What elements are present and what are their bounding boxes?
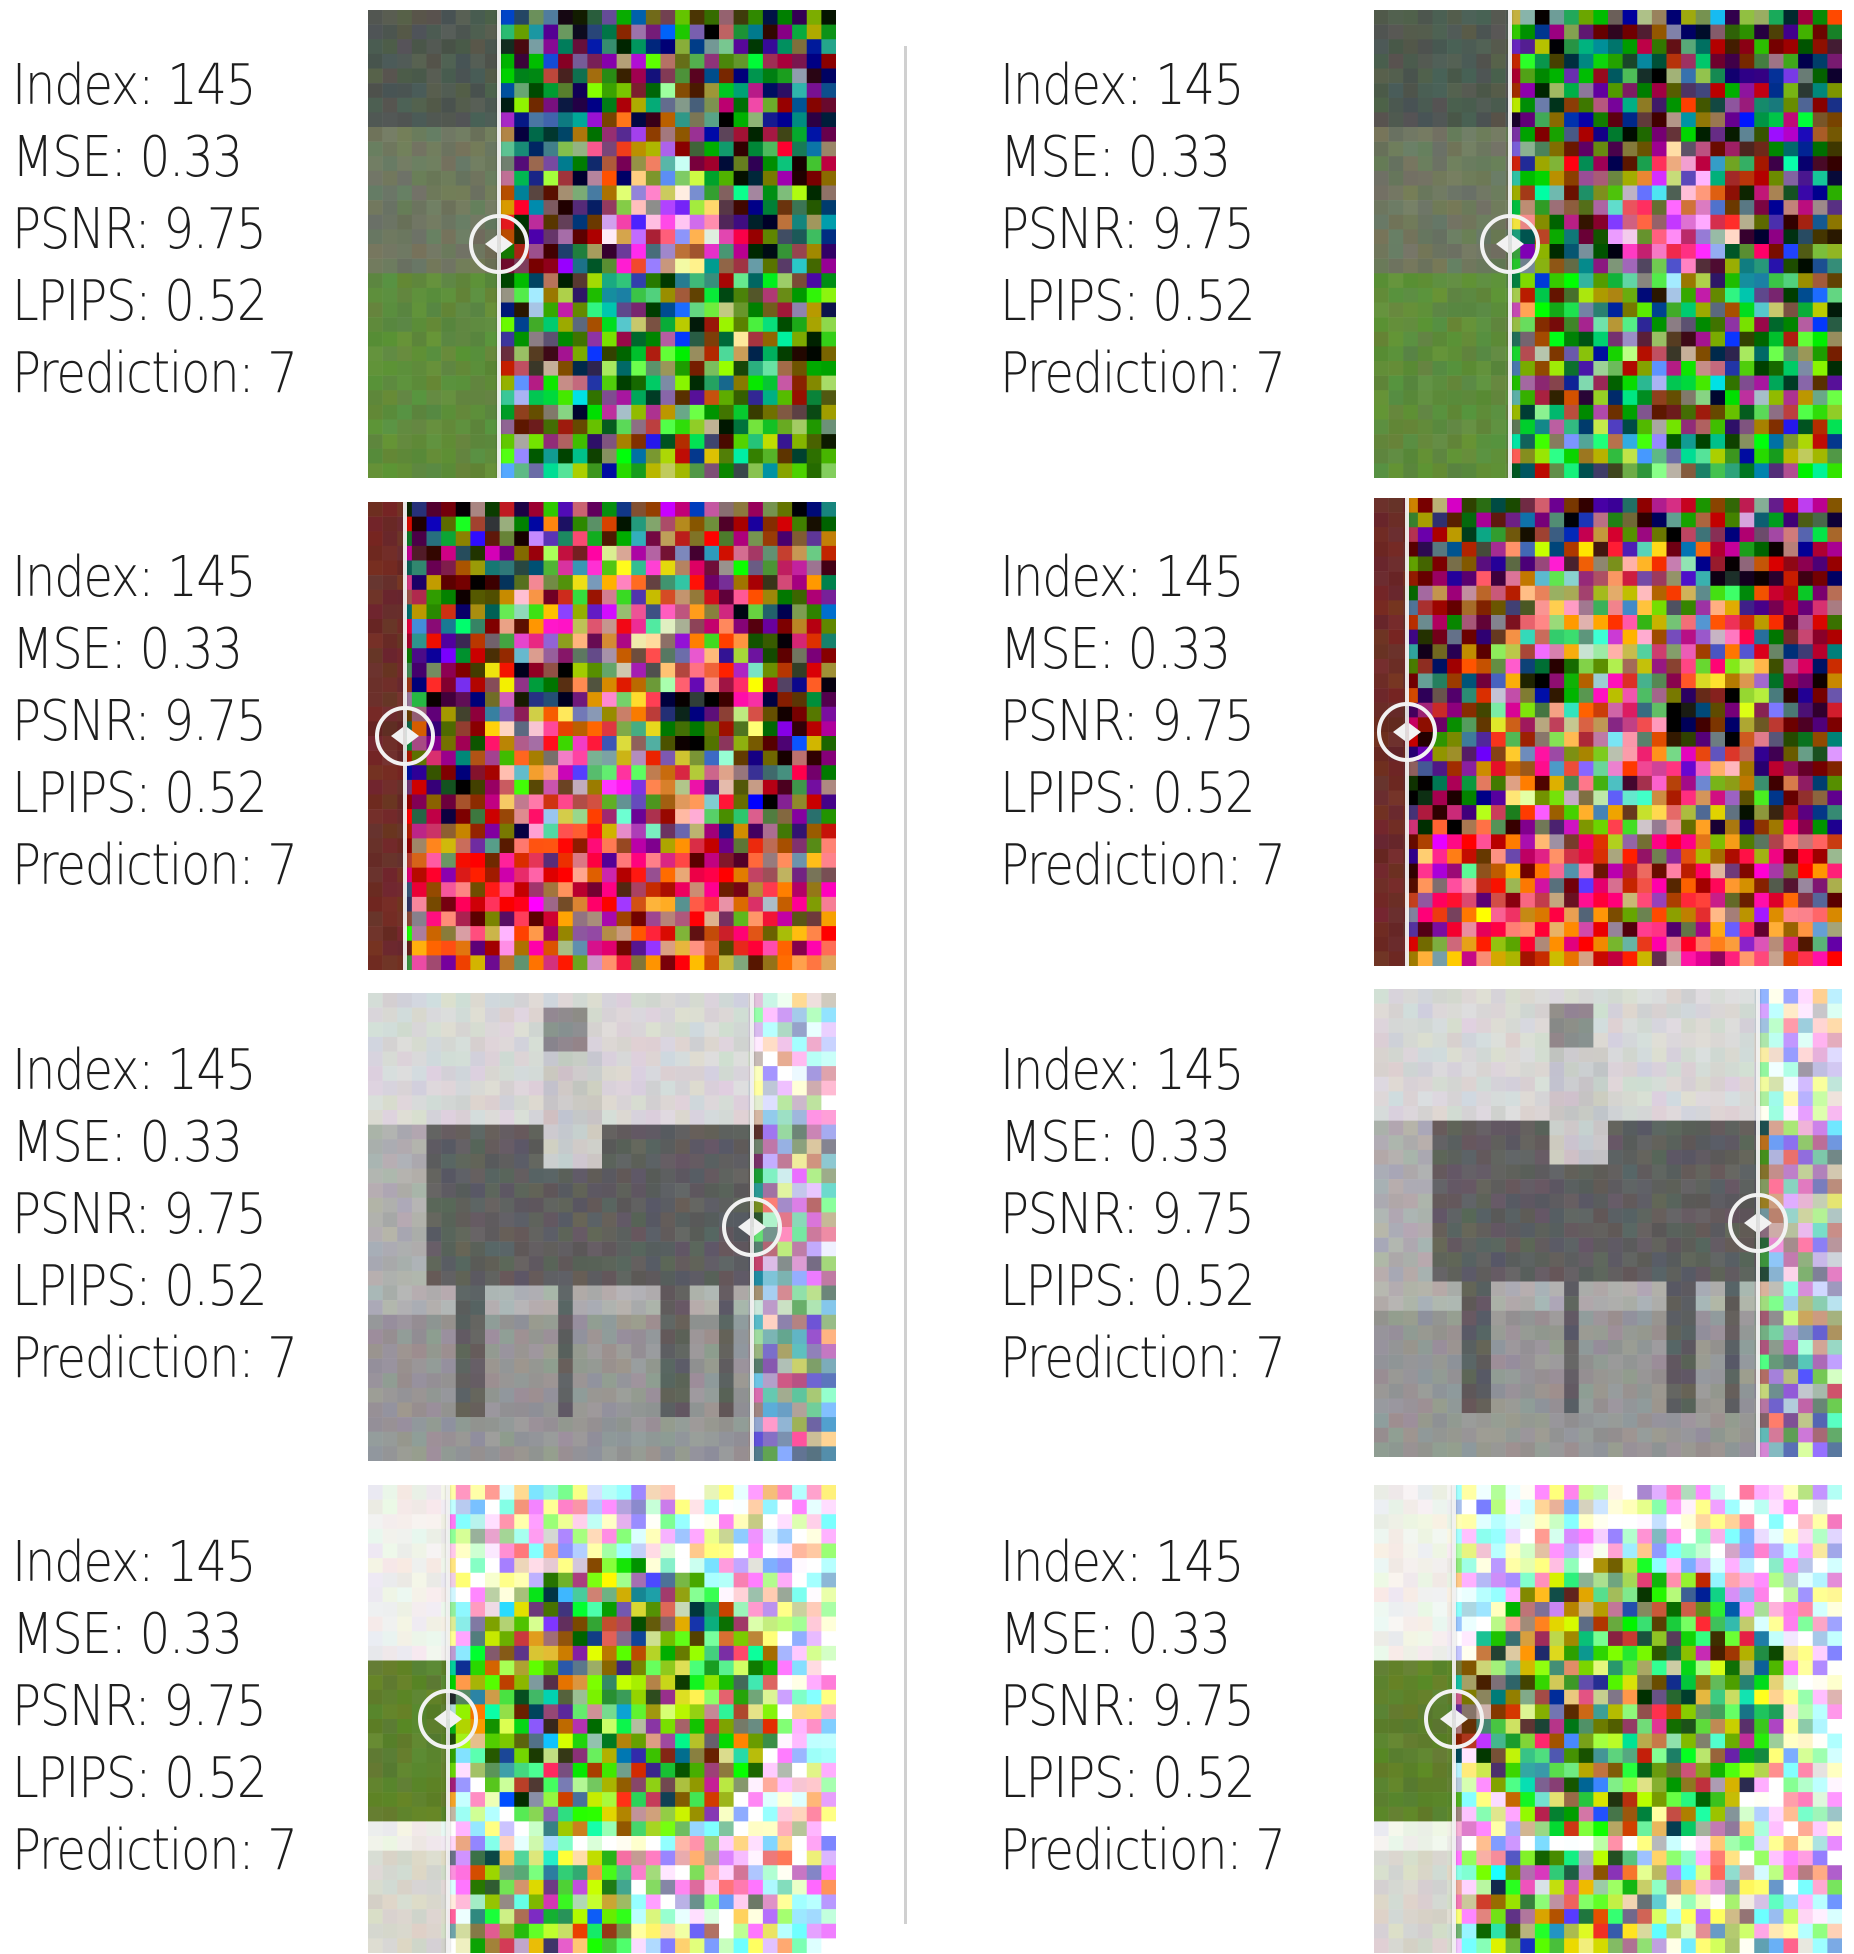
chevron-left-icon [1495,235,1508,253]
left-right-arrows-icon[interactable] [721,1197,782,1257]
comparison-card: Index: 145 MSE: 0.33 PSNR: 9.75 LPIPS: 0… [0,993,922,1461]
index-label: Index: 145 [1000,545,1244,610]
left-right-arrows-icon[interactable] [1376,702,1437,762]
mse-label: MSE: 0.33 [12,1110,243,1175]
psnr-label: PSNR: 9.75 [12,1674,267,1739]
reconstructed-image [1374,498,1842,966]
index-label: Index: 145 [12,1530,256,1595]
image-compare-viewer[interactable] [368,10,836,478]
prediction-label: Prediction: 7 [1000,341,1286,406]
prediction-label: Prediction: 7 [1000,1818,1286,1883]
lpips-label: LPIPS: 0.52 [12,1746,268,1811]
mse-label: MSE: 0.33 [12,1602,243,1667]
comparison-card: Index: 145 MSE: 0.33 PSNR: 9.75 LPIPS: 0… [0,502,922,970]
image-compare-viewer[interactable] [1374,989,1842,1457]
image-compare-viewer[interactable] [368,993,836,1461]
prediction-label: Prediction: 7 [1000,833,1286,898]
index-label: Index: 145 [12,53,256,118]
comparison-card: Index: 145 MSE: 0.33 PSNR: 9.75 LPIPS: 0… [0,10,922,478]
stats-block: Index: 145 MSE: 0.33 PSNR: 9.75 LPIPS: 0… [12,1527,343,1887]
stats-block: Index: 145 MSE: 0.33 PSNR: 9.75 LPIPS: 0… [1000,1035,1331,1395]
chevron-right-icon [1759,1214,1772,1232]
prediction-label: Prediction: 7 [1000,1326,1286,1391]
left-right-arrows-icon[interactable] [1479,214,1540,274]
mse-label: MSE: 0.33 [1000,1602,1231,1667]
prediction-label: Prediction: 7 [12,1326,298,1391]
mse-label: MSE: 0.33 [12,125,243,190]
left-right-arrows-icon[interactable] [1423,1689,1484,1749]
left-right-arrows-icon[interactable] [417,1689,478,1749]
index-label: Index: 145 [1000,1530,1244,1595]
chevron-right-icon [501,235,514,253]
comparison-card: Index: 145 MSE: 0.33 PSNR: 9.75 LPIPS: 0… [988,498,1854,966]
left-right-arrows-icon[interactable] [469,214,530,274]
prediction-label: Prediction: 7 [12,1818,298,1883]
stats-block: Index: 145 MSE: 0.33 PSNR: 9.75 LPIPS: 0… [12,542,343,902]
psnr-label: PSNR: 9.75 [1000,689,1255,754]
chevron-left-icon [737,1218,750,1236]
comparison-card: Index: 145 MSE: 0.33 PSNR: 9.75 LPIPS: 0… [0,1485,922,1953]
psnr-label: PSNR: 9.75 [12,1182,267,1247]
comparison-card: Index: 145 MSE: 0.33 PSNR: 9.75 LPIPS: 0… [988,989,1854,1457]
chevron-right-icon [753,1218,766,1236]
chevron-left-icon [485,235,498,253]
prediction-label: Prediction: 7 [12,341,298,406]
left-right-arrows-icon[interactable] [1727,1193,1788,1253]
lpips-label: LPIPS: 0.52 [1000,761,1256,826]
psnr-label: PSNR: 9.75 [12,689,267,754]
psnr-label: PSNR: 9.75 [1000,197,1255,262]
mse-label: MSE: 0.33 [1000,125,1231,190]
reconstructed-image [368,502,836,970]
image-compare-viewer[interactable] [1374,10,1842,478]
chevron-right-icon [1455,1710,1468,1728]
mse-label: MSE: 0.33 [1000,1110,1231,1175]
chevron-right-icon [407,727,420,745]
image-compare-viewer[interactable] [1374,1485,1842,1953]
image-compare-viewer[interactable] [368,502,836,970]
mse-label: MSE: 0.33 [12,617,243,682]
lpips-label: LPIPS: 0.52 [1000,1254,1256,1319]
mse-label: MSE: 0.33 [1000,617,1231,682]
lpips-label: LPIPS: 0.52 [1000,269,1256,334]
index-label: Index: 145 [12,545,256,610]
lpips-label: LPIPS: 0.52 [12,1254,268,1319]
chevron-left-icon [1743,1214,1756,1232]
lpips-label: LPIPS: 0.52 [1000,1746,1256,1811]
psnr-label: PSNR: 9.75 [1000,1182,1255,1247]
lpips-label: LPIPS: 0.52 [12,761,268,826]
chevron-right-icon [449,1710,462,1728]
image-compare-viewer[interactable] [1374,498,1842,966]
chevron-left-icon [433,1710,446,1728]
stats-block: Index: 145 MSE: 0.33 PSNR: 9.75 LPIPS: 0… [1000,50,1331,410]
index-label: Index: 145 [1000,1038,1244,1103]
chevron-right-icon [1511,235,1524,253]
chevron-right-icon [1408,723,1421,741]
comparison-card: Index: 145 MSE: 0.33 PSNR: 9.75 LPIPS: 0… [988,10,1854,478]
index-label: Index: 145 [1000,53,1244,118]
psnr-label: PSNR: 9.75 [1000,1674,1255,1739]
stats-block: Index: 145 MSE: 0.33 PSNR: 9.75 LPIPS: 0… [1000,542,1331,902]
prediction-label: Prediction: 7 [12,833,298,898]
comparison-card: Index: 145 MSE: 0.33 PSNR: 9.75 LPIPS: 0… [988,1485,1854,1953]
chevron-left-icon [1439,1710,1452,1728]
chevron-left-icon [391,727,404,745]
image-compare-viewer[interactable] [368,1485,836,1953]
stats-block: Index: 145 MSE: 0.33 PSNR: 9.75 LPIPS: 0… [1000,1527,1331,1887]
lpips-label: LPIPS: 0.52 [12,269,268,334]
stats-block: Index: 145 MSE: 0.33 PSNR: 9.75 LPIPS: 0… [12,50,343,410]
stats-block: Index: 145 MSE: 0.33 PSNR: 9.75 LPIPS: 0… [12,1035,343,1395]
chevron-left-icon [1392,723,1405,741]
psnr-label: PSNR: 9.75 [12,197,267,262]
index-label: Index: 145 [12,1038,256,1103]
